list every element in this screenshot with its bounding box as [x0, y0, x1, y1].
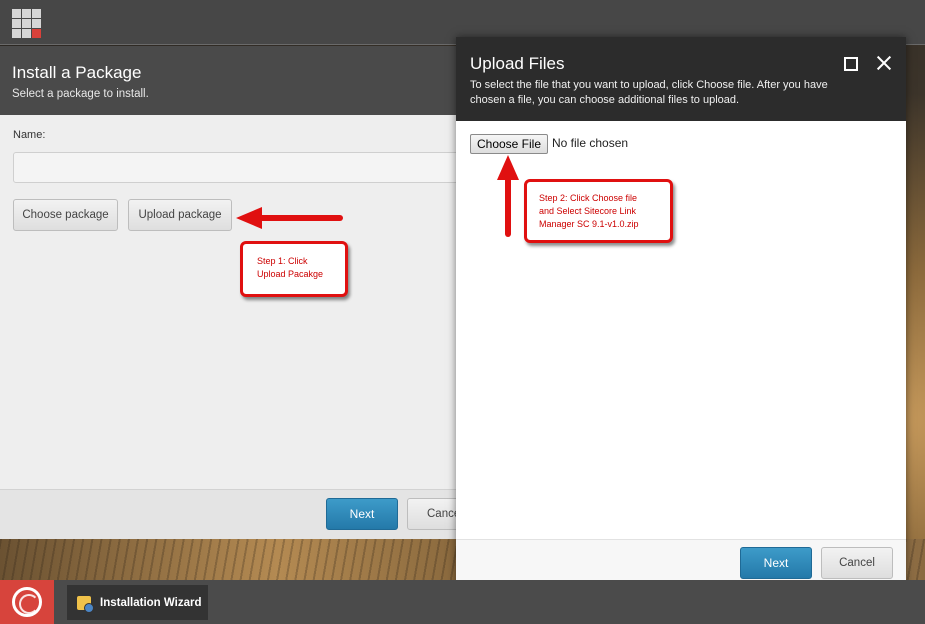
step2-arrow [497, 155, 519, 237]
sitecore-logo-icon [12, 587, 42, 617]
step2-line3: Manager SC 9.1-v1.0.zip [539, 219, 639, 229]
step1-arrow [236, 207, 343, 229]
step2-line1: Step 2: Click Choose file [539, 193, 638, 203]
taskbar-item-label: Installation Wizard [100, 596, 202, 609]
taskbar-item-installation-wizard[interactable]: Installation Wizard [67, 585, 208, 620]
step1-callout: Step 1: Click Upload Pacakge [240, 241, 348, 297]
step1-line2: Upload Pacakge [257, 269, 324, 279]
annotation-arrows [236, 155, 519, 237]
taskbar: Installation Wizard [0, 580, 925, 624]
step2-line2: and Select Sitecore Link [539, 206, 637, 216]
installation-wizard-icon [77, 595, 94, 613]
start-button[interactable] [0, 580, 54, 624]
step1-line1: Step 1: Click [257, 256, 308, 266]
step2-callout: Step 2: Click Choose file and Select Sit… [524, 179, 673, 243]
